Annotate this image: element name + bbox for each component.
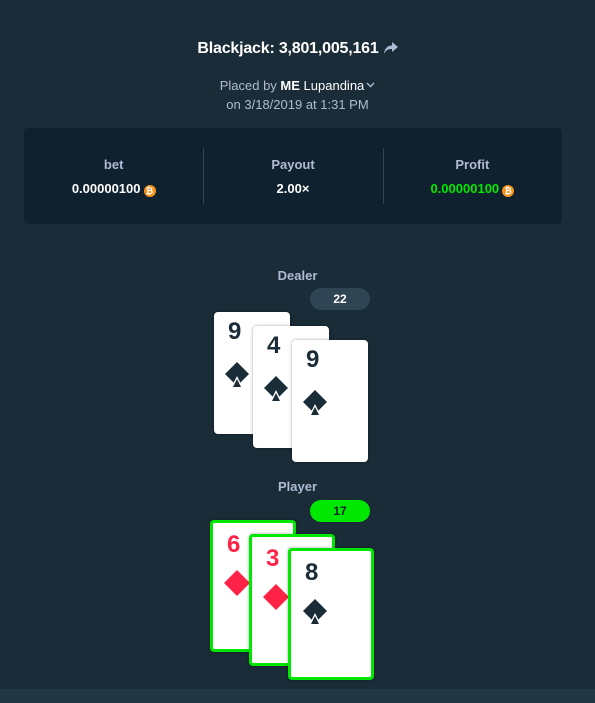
dealer-card: 9 xyxy=(292,340,368,462)
profit-value: 0.00000100 xyxy=(430,181,500,196)
placed-by-prefix: Placed by xyxy=(219,78,281,93)
stat-profit: Profit 0.00000100 ₿ xyxy=(382,128,562,224)
user-badge[interactable]: ME xyxy=(280,78,300,93)
bet-value: 0.00000100 xyxy=(71,181,141,196)
card-rank: 9 xyxy=(228,318,242,345)
card-rank: 6 xyxy=(227,531,241,558)
player-score-badge: 17 xyxy=(310,500,370,522)
card-rank: 9 xyxy=(306,346,320,373)
payout-value: 2.00× xyxy=(276,181,310,196)
bet-value-row: 0.00000100 ₿ xyxy=(24,181,203,197)
chevron-down-icon[interactable] xyxy=(366,82,375,88)
stat-payout: Payout 2.00× xyxy=(203,128,382,224)
card-rank: 3 xyxy=(266,545,280,572)
bottom-bar xyxy=(0,689,595,703)
dealer-score-badge: 22 xyxy=(310,288,370,310)
bet-title-text: Blackjack: 3,801,005,161 xyxy=(197,40,379,57)
bitcoin-icon: ₿ xyxy=(143,185,156,197)
spade-icon xyxy=(303,390,327,416)
diamond-icon xyxy=(224,570,250,596)
spade-icon xyxy=(264,376,288,402)
payout-label: Payout xyxy=(271,157,315,172)
bet-title: Blackjack: 3,801,005,161 xyxy=(0,40,595,58)
spade-icon xyxy=(225,362,249,388)
profit-label: Profit xyxy=(455,157,490,172)
bet-label: bet xyxy=(103,157,124,172)
spade-icon xyxy=(303,599,327,625)
player-label: Player xyxy=(277,479,318,494)
card-rank: 4 xyxy=(267,332,281,359)
bet-stats-panel: bet 0.00000100 ₿ Payout 2.00× Profit 0.00… xyxy=(24,128,562,224)
player-card: 8 xyxy=(288,548,374,680)
user-name-link[interactable]: Lupandina xyxy=(304,78,365,93)
placed-by-line: Placed by ME Lupandina xyxy=(0,78,595,93)
dealer-label: Dealer xyxy=(277,268,318,283)
bitcoin-icon: ₿ xyxy=(502,185,515,197)
share-arrow-icon[interactable] xyxy=(383,42,398,54)
bet-date: on 3/18/2019 at 1:31 PM xyxy=(226,97,369,112)
profit-value-row: 0.00000100 ₿ xyxy=(383,181,562,197)
diamond-icon xyxy=(263,584,289,610)
stat-bet: bet 0.00000100 ₿ xyxy=(24,128,203,224)
card-rank: 8 xyxy=(305,559,319,586)
